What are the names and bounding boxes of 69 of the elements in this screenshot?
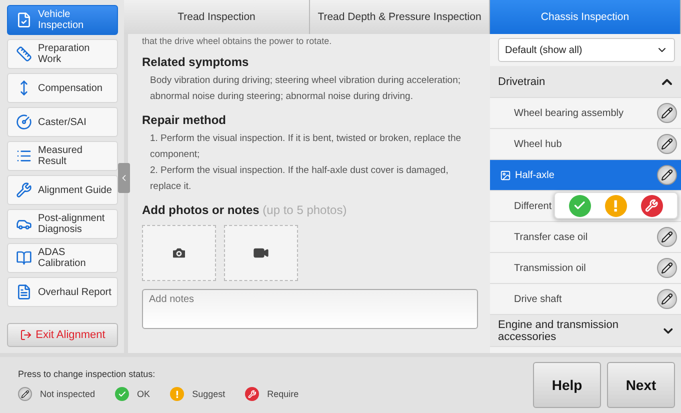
group-header[interactable]: Drivetrain — [490, 66, 681, 98]
add-photo-button[interactable] — [142, 225, 216, 281]
sidebar-item[interactable]: Caster/SAI — [7, 107, 118, 137]
item-label: Transfer case oil — [514, 232, 588, 242]
sidebar-item[interactable]: Vehicle Inspection — [7, 5, 118, 35]
section-heading: Repair method — [142, 113, 228, 127]
notes-field[interactable]: Add notes — [142, 289, 478, 329]
list-icon — [16, 148, 32, 164]
filter-value: Default (show all) — [505, 44, 582, 56]
item-label: Drive shaft — [514, 294, 562, 304]
exclamation-icon — [170, 387, 184, 401]
pencil-icon — [657, 103, 677, 123]
legend-label: Require — [267, 389, 299, 399]
sidebar-item[interactable]: Preparation Work — [7, 39, 118, 69]
status-option-button[interactable] — [605, 194, 627, 216]
legend-label: OK — [137, 389, 150, 399]
status-option-button[interactable] — [569, 194, 591, 216]
status-hint: Press to change inspection status: — [18, 369, 156, 379]
section-paragraph: 1. Perform the visual inspection. If it is bent, twisted or broken, replace the component; — [149, 132, 462, 162]
collapse-handle[interactable] — [118, 163, 130, 193]
sidebar-item[interactable]: Measured Result — [7, 141, 118, 171]
exit-alignment-button[interactable]: Exit Alignment — [7, 323, 118, 347]
group-header[interactable]: Engine and transmission accessories — [490, 315, 681, 347]
pencil-icon — [657, 165, 677, 185]
wrench-icon — [16, 182, 32, 198]
add-video-button[interactable] — [224, 225, 298, 281]
sidebar-item[interactable]: ADAS Calibration — [7, 243, 118, 273]
wrench-icon — [245, 387, 260, 401]
legend-label: Not inspected — [40, 389, 96, 399]
ruler-icon — [16, 46, 32, 62]
media-heading: Add photos or notes — [142, 203, 260, 217]
media-hint: (up to 5 photos) — [262, 203, 347, 217]
image-icon — [500, 170, 511, 180]
exclamation-icon — [605, 194, 627, 216]
breadcrumb-tab[interactable]: Tread Inspection — [124, 0, 310, 34]
item-label: Wheel hub — [514, 138, 562, 150]
ok-check-icon — [569, 194, 591, 216]
pencil-icon — [657, 227, 677, 247]
exit-icon — [20, 329, 32, 341]
section-heading: Related symptoms — [142, 55, 250, 69]
sidebar-item[interactable]: Post-alignment Diagnosis — [7, 209, 118, 239]
camera-icon — [171, 245, 187, 261]
item-label: Half-axle — [515, 170, 554, 180]
sidebar-item[interactable]: Alignment Guide — [7, 175, 118, 205]
book-icon — [16, 250, 32, 266]
pencil-icon — [657, 289, 677, 309]
checklist-icon — [16, 12, 32, 28]
pencil-icon — [657, 258, 677, 278]
pencil-icon — [657, 134, 677, 154]
footer-button[interactable]: Next — [607, 362, 675, 408]
item-label: Transmission oil — [514, 262, 586, 274]
sidebar-item[interactable]: Compensation — [7, 73, 118, 103]
sidebar-item[interactable]: Overhaul Report — [7, 277, 118, 307]
wrench-icon — [641, 194, 663, 216]
footer-button[interactable]: Help — [533, 362, 601, 408]
item-label: Wheel bearing assembly — [514, 108, 624, 118]
intro-text: that the drive wheel obtains the power to rotate. — [142, 36, 333, 47]
ok-check-icon — [115, 387, 130, 401]
gauge-icon — [16, 114, 32, 130]
breadcrumb-tab[interactable]: Tread Depth & Pressure Inspection — [310, 0, 490, 34]
status-option-button[interactable] — [641, 194, 663, 216]
pencil-icon — [18, 387, 32, 401]
item-label: Different — [514, 200, 552, 212]
section-paragraph: 2. Perform the visual inspection. If the half-axle dust cover is damaged, replace it. — [149, 164, 450, 194]
filter-dropdown[interactable]: Default (show all) — [498, 38, 675, 62]
breadcrumb-tab[interactable]: Chassis Inspection — [490, 0, 681, 34]
section-paragraph: Body vibration during driving; steering wheel vibration during acceleration; abnormal noise during steering; abnormal noise during driving. — [149, 74, 462, 104]
legend-label: Suggest — [192, 389, 226, 399]
document-icon — [16, 284, 32, 300]
